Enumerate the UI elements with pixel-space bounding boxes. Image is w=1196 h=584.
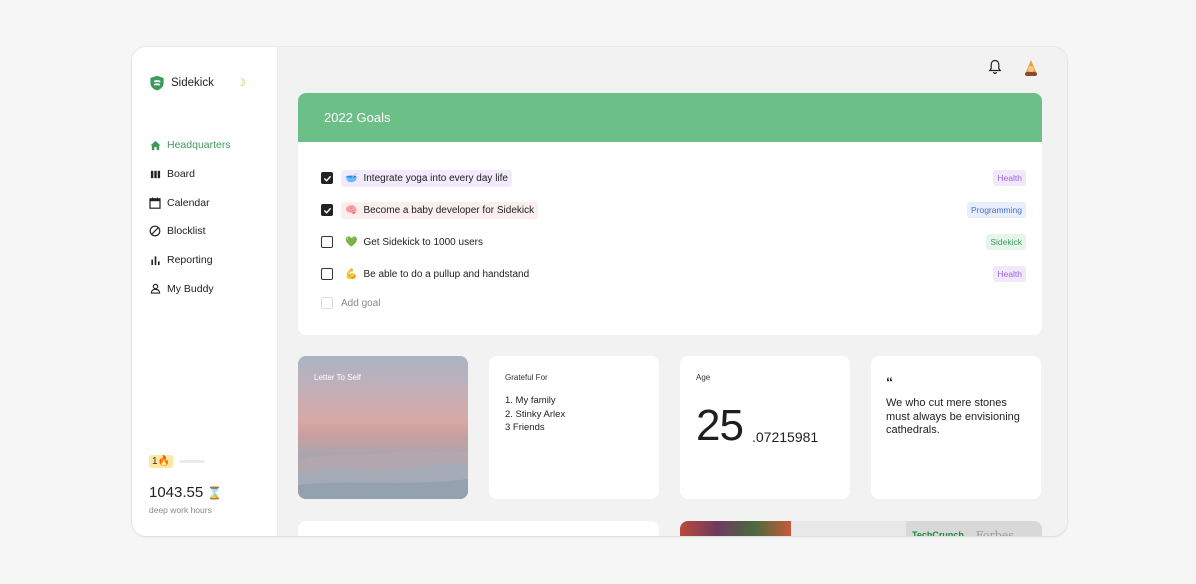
press-card[interactable]: TechCrunch Forbes <box>680 521 1042 536</box>
fire-icon: 🔥 <box>157 456 171 467</box>
sidebar-item-label: Calendar <box>167 196 210 209</box>
grateful-for-card[interactable]: Grateful For 1. My family 2. Stinky Arle… <box>489 356 659 499</box>
card-label: Grateful For <box>505 373 548 382</box>
flexed-arm-icon: 💪 <box>345 268 358 280</box>
sidebar-nav: Headquarters Board Calendar Blocklist Re… <box>149 131 231 303</box>
app-name: Sidekick <box>171 77 214 89</box>
add-goal-row[interactable]: Add goal <box>321 293 1026 313</box>
dunes-image <box>298 451 468 499</box>
streak-badge: 1🔥 <box>149 455 174 468</box>
age-fraction: .07215981 <box>752 429 819 445</box>
brain-icon: 🧠 <box>345 204 358 216</box>
bottom-card-left[interactable] <box>298 521 659 536</box>
green-heart-icon: 💚 <box>345 236 358 248</box>
goal-tag[interactable]: Sidekick <box>986 234 1026 250</box>
add-goal-checkbox <box>321 297 333 309</box>
quote-card[interactable]: “ We who cut mere stones must always be … <box>871 356 1041 499</box>
sidebar-item-blocklist[interactable]: Blocklist <box>149 217 231 246</box>
bowl-icon: 🥣 <box>345 172 358 184</box>
checkmark-icon <box>323 207 331 214</box>
user-icon <box>149 283 161 295</box>
sidebar-item-board[interactable]: Board <box>149 160 231 189</box>
shop-image <box>680 521 791 536</box>
goal-item: 💪 Be able to do a pullup and handstand He… <box>321 264 1026 284</box>
goal-label[interactable]: 🥣 Integrate yoga into every day life <box>341 169 512 187</box>
card-label: Letter To Self <box>314 373 361 382</box>
goals-header: 2022 Goals <box>298 93 1042 142</box>
forbes-logo: Forbes <box>975 529 1014 536</box>
brand[interactable]: Sidekick <box>149 75 214 91</box>
goal-tag[interactable]: Health <box>993 266 1026 282</box>
goal-checkbox[interactable] <box>321 204 333 216</box>
sidebar-item-label: Blocklist <box>167 225 206 238</box>
goal-text: Become a baby developer for Sidekick <box>363 204 535 216</box>
bell-icon[interactable] <box>988 59 1002 75</box>
goal-item: 🧠 Become a baby developer for Sidekick Pr… <box>321 200 1026 220</box>
sidebar-item-label: Board <box>167 168 196 181</box>
reporting-icon <box>149 254 161 266</box>
goals-title: 2022 Goals <box>324 110 391 125</box>
sidekick-logo-icon <box>150 75 164 91</box>
calendar-icon <box>149 197 161 209</box>
block-icon <box>149 225 161 237</box>
deep-work-value: 1043.55 <box>149 484 204 501</box>
checkmark-icon <box>323 175 331 182</box>
moon-icon[interactable]: ☽ <box>236 76 246 89</box>
grateful-item: 3 Friends <box>505 422 545 433</box>
grateful-item: 2. Stinky Arlex <box>505 408 566 420</box>
quote-mark-icon: “ <box>886 374 893 390</box>
techcrunch-logo: TechCrunch <box>912 530 964 536</box>
goal-label[interactable]: 💚 Get Sidekick to 1000 users <box>341 234 487 251</box>
app-window: Sidekick ☽ Headquarters Board Calendar B… <box>132 47 1067 536</box>
sidebar-item-headquarters[interactable]: Headquarters <box>149 131 231 160</box>
sidebar-item-calendar[interactable]: Calendar <box>149 188 231 217</box>
sidebar: Sidekick ☽ Headquarters Board Calendar B… <box>132 47 278 536</box>
age-whole: 25 <box>696 401 744 450</box>
press-image <box>791 521 906 536</box>
deep-work-hours: 1043.55 ⌛ <box>149 484 222 501</box>
quote-text: We who cut mere stones must always be en… <box>886 397 1020 436</box>
card-label: Age <box>696 373 711 382</box>
goal-label[interactable]: 🧠 Become a baby developer for Sidekick <box>341 201 539 219</box>
goals-panel: 2022 Goals 🥣 Integrate yoga into every da… <box>298 93 1042 335</box>
goal-label[interactable]: 💪 Be able to do a pullup and handstand <box>341 266 533 283</box>
goal-text: Get Sidekick to 1000 users <box>363 236 483 248</box>
goal-text: Integrate yoga into every day life <box>363 172 508 184</box>
grateful-item: 1. My family <box>505 395 556 406</box>
goal-checkbox[interactable] <box>321 172 333 184</box>
letter-to-self-card[interactable]: Letter To Self <box>298 356 468 499</box>
sidebar-item-label: Reporting <box>167 254 213 267</box>
hourglass-icon: ⌛ <box>207 485 223 500</box>
home-icon <box>149 139 161 151</box>
board-icon <box>149 168 161 180</box>
goal-text: Be able to do a pullup and handstand <box>363 268 530 280</box>
streak-indicator: 1🔥 <box>149 455 206 468</box>
goal-tag[interactable]: Programming <box>966 202 1026 218</box>
sidebar-item-reporting[interactable]: Reporting <box>149 246 231 275</box>
grateful-list: 1. My family 2. Stinky Arlex 3 Friends <box>505 394 565 435</box>
goal-item: 💚 Get Sidekick to 1000 users Sidekick <box>321 232 1026 252</box>
goal-checkbox[interactable] <box>321 236 333 248</box>
sidebar-item-label: My Buddy <box>167 282 214 295</box>
deep-work-caption: deep work hours <box>149 505 212 515</box>
streak-progress-bar <box>179 460 206 463</box>
age-card[interactable]: Age 25 .07215981 <box>680 356 850 499</box>
sidebar-item-my-buddy[interactable]: My Buddy <box>149 274 231 303</box>
avatar[interactable] <box>1021 58 1041 78</box>
add-goal-input[interactable]: Add goal <box>341 298 380 309</box>
goal-checkbox[interactable] <box>321 268 333 280</box>
sidebar-item-label: Headquarters <box>167 139 231 152</box>
goal-item: 🥣 Integrate yoga into every day life Heal… <box>321 168 1026 188</box>
goal-tag[interactable]: Health <box>993 170 1026 186</box>
